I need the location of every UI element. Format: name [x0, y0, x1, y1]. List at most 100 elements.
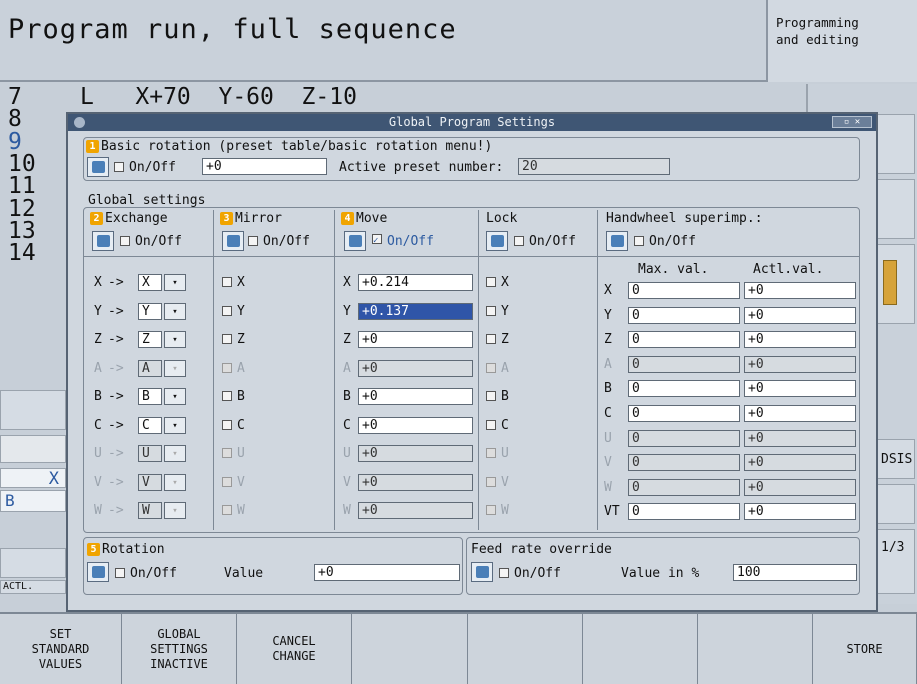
handwheel-max-field[interactable]: 0 — [628, 331, 740, 349]
softkey-6[interactable] — [583, 614, 698, 684]
global-program-settings-dialog: Global Program Settings ▫ ✕ 1 Basic rotat… — [66, 112, 878, 612]
move-axis-label: C — [343, 417, 351, 433]
chevron-down-icon[interactable]: ▾ — [164, 388, 186, 405]
mirror-axis-checkbox[interactable]: B — [222, 389, 245, 404]
lock-toggle[interactable]: On/Off — [514, 234, 576, 249]
exchange-axis-label: B — [94, 389, 102, 404]
chevron-down-icon[interactable]: ▾ — [164, 302, 186, 320]
move-axis-label: B — [343, 389, 351, 404]
softkey-1[interactable]: SET STANDARD VALUES — [0, 614, 122, 684]
exchange-title: 2 Exchange — [90, 211, 168, 226]
feed-value-label: Value in % — [621, 566, 700, 581]
feed-override-toggle[interactable]: On/Off — [499, 566, 561, 581]
basic-rotation-toggle[interactable]: On/Off — [114, 160, 176, 175]
handwheel-title: Handwheel superimp.: — [606, 211, 763, 226]
mirror-axis-checkbox[interactable]: Z — [222, 332, 245, 347]
handwheel-max-field[interactable]: 0 — [628, 380, 740, 398]
softkey-5[interactable] — [468, 614, 583, 684]
exchange-axis-label: Y — [94, 303, 102, 319]
exchange-target-field[interactable]: C — [138, 416, 162, 434]
basic-rotation-title: 1 Basic rotation (preset table/basic rota… — [86, 139, 492, 154]
mirror-toggle[interactable]: On/Off — [248, 234, 310, 249]
handwheel-actual-field: +0 — [744, 405, 856, 422]
exchange-target-field[interactable]: B — [138, 388, 162, 405]
mirror-axis-checkbox[interactable]: X — [222, 275, 245, 290]
basic-rotation-icon[interactable] — [87, 157, 109, 177]
handwheel-actual-field: +0 — [744, 331, 856, 349]
feed-value-field[interactable]: 100 — [733, 564, 857, 581]
handwheel-max-field[interactable]: 0 — [628, 503, 740, 521]
rotation-icon[interactable] — [87, 562, 109, 582]
chevron-down-icon[interactable]: ▾ — [164, 416, 186, 434]
exchange-arrow: -> — [108, 503, 124, 518]
active-preset-field: 20 — [518, 158, 670, 175]
exchange-target-field[interactable]: Z — [138, 331, 162, 348]
move-value-field[interactable]: +0 — [358, 416, 473, 434]
move-title: 4 Move — [341, 211, 387, 226]
exchange-arrow: -> — [108, 360, 124, 376]
mirror-axis-checkbox: U — [222, 446, 245, 461]
rotation-toggle[interactable]: On/Off — [115, 566, 177, 581]
max-val-header: Max. val. — [638, 262, 709, 277]
mirror-icon[interactable] — [222, 231, 244, 251]
feed-override-icon[interactable] — [471, 562, 493, 582]
exchange-axis-label: V — [94, 474, 102, 490]
programming-mode-button[interactable]: Programming and editing — [766, 0, 917, 82]
dialog-titlebar: Global Program Settings ▫ ✕ — [68, 114, 876, 131]
lock-axis-checkbox[interactable]: B — [486, 389, 509, 404]
chevron-down-icon[interactable]: ▾ — [164, 274, 186, 291]
lock-axis-checkbox: W — [486, 503, 509, 518]
handwheel-max-field[interactable]: 0 — [628, 282, 740, 299]
exchange-arrow: -> — [108, 417, 124, 433]
exchange-icon[interactable] — [92, 231, 114, 251]
lock-axis-checkbox[interactable]: Y — [486, 304, 509, 319]
move-toggle[interactable]: On/Off — [372, 234, 434, 249]
exchange-toggle[interactable]: On/Off — [120, 234, 182, 249]
softkey-2[interactable]: GLOBAL SETTINGS INACTIVE — [122, 614, 237, 684]
move-icon[interactable] — [344, 231, 366, 251]
softkey-3[interactable]: CANCEL CHANGE — [237, 614, 352, 684]
move-value-field[interactable]: +0.137 — [358, 302, 473, 320]
handwheel-max-field[interactable]: 0 — [628, 405, 740, 422]
rotation-value-field[interactable]: +0 — [314, 564, 460, 581]
exchange-arrow: -> — [108, 474, 124, 490]
handwheel-max-field[interactable]: 0 — [628, 306, 740, 324]
handwheel-actual-field: +0 — [744, 282, 856, 299]
move-value-field[interactable]: +0 — [358, 331, 473, 348]
basic-rotation-value-field[interactable]: +0 — [202, 158, 327, 175]
handwheel-axis-label: B — [604, 381, 612, 397]
handwheel-actual-field: +0 — [744, 454, 856, 472]
mirror-axis-checkbox[interactable]: Y — [222, 304, 245, 319]
dialog-title: Global Program Settings — [388, 115, 556, 129]
exchange-target-field[interactable]: X — [138, 274, 162, 291]
exchange-axis-label: U — [94, 446, 102, 461]
chevron-down-icon: ▾ — [164, 445, 186, 462]
lock-title: Lock — [486, 211, 518, 226]
softkey-7[interactable] — [698, 614, 813, 684]
lock-axis-checkbox[interactable]: C — [486, 418, 509, 433]
handwheel-axis-label: U — [604, 430, 612, 446]
move-value-field[interactable]: +0.214 — [358, 274, 473, 291]
handwheel-icon[interactable] — [606, 231, 628, 251]
move-value-field: +0 — [358, 359, 473, 377]
mirror-axis-checkbox[interactable]: C — [222, 418, 245, 433]
mirror-axis-checkbox: V — [222, 475, 245, 490]
handwheel-actual-field: +0 — [744, 478, 856, 496]
axis-x-label: X — [0, 468, 66, 489]
exchange-target-field[interactable]: Y — [138, 302, 162, 320]
chevron-down-icon[interactable]: ▾ — [164, 331, 186, 348]
app-icon — [74, 117, 85, 128]
softkey-4[interactable] — [352, 614, 468, 684]
move-value-field: +0 — [358, 445, 473, 462]
lock-icon[interactable] — [486, 231, 508, 251]
exchange-target-field: A — [138, 359, 162, 377]
softkey-8[interactable]: STORE — [813, 614, 917, 684]
move-axis-label: Z — [343, 332, 351, 347]
move-value-field[interactable]: +0 — [358, 388, 473, 405]
lock-axis-checkbox[interactable]: Z — [486, 332, 509, 347]
handwheel-axis-label: Z — [604, 332, 612, 348]
tool-icon — [883, 260, 897, 305]
window-controls[interactable]: ▫ ✕ — [832, 116, 872, 128]
lock-axis-checkbox[interactable]: X — [486, 275, 509, 290]
handwheel-toggle[interactable]: On/Off — [634, 234, 696, 249]
